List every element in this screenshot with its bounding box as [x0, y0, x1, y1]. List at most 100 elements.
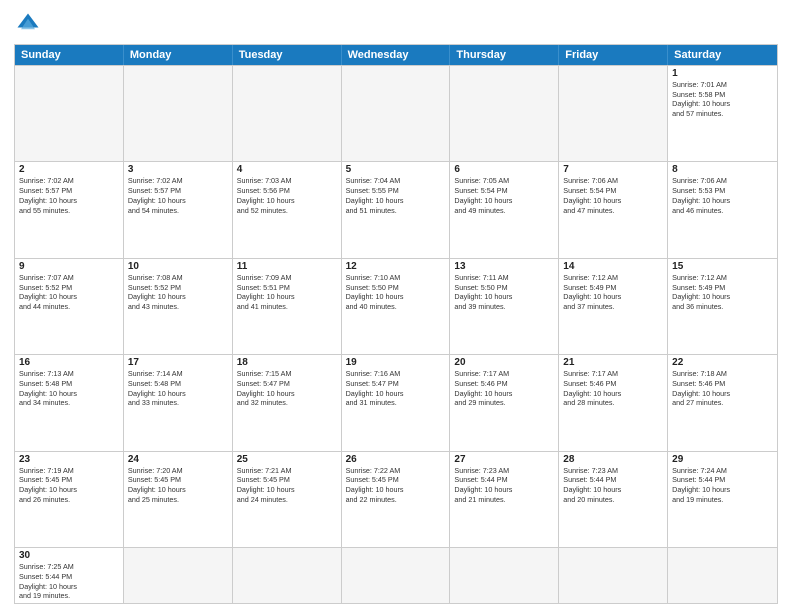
- calendar-cell: 21Sunrise: 7:17 AM Sunset: 5:46 PM Dayli…: [559, 355, 668, 451]
- calendar-cell: 12Sunrise: 7:10 AM Sunset: 5:50 PM Dayli…: [342, 259, 451, 355]
- cell-info: Sunrise: 7:04 AM Sunset: 5:55 PM Dayligh…: [346, 176, 446, 215]
- calendar-cell: 11Sunrise: 7:09 AM Sunset: 5:51 PM Dayli…: [233, 259, 342, 355]
- calendar-cell: [342, 66, 451, 162]
- calendar-cell: 9Sunrise: 7:07 AM Sunset: 5:52 PM Daylig…: [15, 259, 124, 355]
- cell-info: Sunrise: 7:23 AM Sunset: 5:44 PM Dayligh…: [563, 466, 663, 505]
- cell-day-number: 25: [237, 454, 337, 465]
- day-header: Thursday: [450, 45, 559, 65]
- cell-info: Sunrise: 7:07 AM Sunset: 5:52 PM Dayligh…: [19, 273, 119, 312]
- cell-info: Sunrise: 7:09 AM Sunset: 5:51 PM Dayligh…: [237, 273, 337, 312]
- cell-day-number: 14: [563, 261, 663, 272]
- calendar-page: SundayMondayTuesdayWednesdayThursdayFrid…: [0, 0, 792, 612]
- cell-day-number: 10: [128, 261, 228, 272]
- cell-info: Sunrise: 7:05 AM Sunset: 5:54 PM Dayligh…: [454, 176, 554, 215]
- cell-info: Sunrise: 7:24 AM Sunset: 5:44 PM Dayligh…: [672, 466, 773, 505]
- cell-info: Sunrise: 7:21 AM Sunset: 5:45 PM Dayligh…: [237, 466, 337, 505]
- calendar-cell: 14Sunrise: 7:12 AM Sunset: 5:49 PM Dayli…: [559, 259, 668, 355]
- cell-info: Sunrise: 7:12 AM Sunset: 5:49 PM Dayligh…: [563, 273, 663, 312]
- cell-day-number: 6: [454, 164, 554, 175]
- cell-day-number: 26: [346, 454, 446, 465]
- cell-day-number: 27: [454, 454, 554, 465]
- calendar-cell: 29Sunrise: 7:24 AM Sunset: 5:44 PM Dayli…: [668, 452, 777, 548]
- calendar-cell: [450, 548, 559, 603]
- calendar-cell: 30Sunrise: 7:25 AM Sunset: 5:44 PM Dayli…: [15, 548, 124, 603]
- day-header: Tuesday: [233, 45, 342, 65]
- day-header: Sunday: [15, 45, 124, 65]
- calendar-cell: 7Sunrise: 7:06 AM Sunset: 5:54 PM Daylig…: [559, 162, 668, 258]
- day-headers: SundayMondayTuesdayWednesdayThursdayFrid…: [15, 45, 777, 65]
- day-header: Friday: [559, 45, 668, 65]
- calendar-cell: 19Sunrise: 7:16 AM Sunset: 5:47 PM Dayli…: [342, 355, 451, 451]
- cell-info: Sunrise: 7:03 AM Sunset: 5:56 PM Dayligh…: [237, 176, 337, 215]
- day-header: Wednesday: [342, 45, 451, 65]
- calendar-cell: 8Sunrise: 7:06 AM Sunset: 5:53 PM Daylig…: [668, 162, 777, 258]
- calendar-cell: 4Sunrise: 7:03 AM Sunset: 5:56 PM Daylig…: [233, 162, 342, 258]
- calendar-cell: [233, 548, 342, 603]
- cell-day-number: 12: [346, 261, 446, 272]
- calendar-cell: [559, 66, 668, 162]
- calendar-cell: 22Sunrise: 7:18 AM Sunset: 5:46 PM Dayli…: [668, 355, 777, 451]
- calendar-cell: 24Sunrise: 7:20 AM Sunset: 5:45 PM Dayli…: [124, 452, 233, 548]
- calendar-grid: 1Sunrise: 7:01 AM Sunset: 5:58 PM Daylig…: [15, 65, 777, 603]
- calendar-cell: 13Sunrise: 7:11 AM Sunset: 5:50 PM Dayli…: [450, 259, 559, 355]
- calendar-cell: 18Sunrise: 7:15 AM Sunset: 5:47 PM Dayli…: [233, 355, 342, 451]
- calendar-cell: [124, 548, 233, 603]
- cell-day-number: 16: [19, 357, 119, 368]
- cell-day-number: 15: [672, 261, 773, 272]
- cell-day-number: 30: [19, 550, 119, 561]
- cell-info: Sunrise: 7:06 AM Sunset: 5:54 PM Dayligh…: [563, 176, 663, 215]
- logo: [14, 10, 46, 38]
- calendar: SundayMondayTuesdayWednesdayThursdayFrid…: [14, 44, 778, 604]
- cell-info: Sunrise: 7:02 AM Sunset: 5:57 PM Dayligh…: [128, 176, 228, 215]
- cell-info: Sunrise: 7:10 AM Sunset: 5:50 PM Dayligh…: [346, 273, 446, 312]
- calendar-cell: 16Sunrise: 7:13 AM Sunset: 5:48 PM Dayli…: [15, 355, 124, 451]
- cell-day-number: 18: [237, 357, 337, 368]
- page-header: [14, 10, 778, 38]
- calendar-cell: [668, 548, 777, 603]
- calendar-cell: 15Sunrise: 7:12 AM Sunset: 5:49 PM Dayli…: [668, 259, 777, 355]
- cell-day-number: 24: [128, 454, 228, 465]
- cell-day-number: 2: [19, 164, 119, 175]
- cell-day-number: 22: [672, 357, 773, 368]
- cell-day-number: 1: [672, 68, 773, 79]
- cell-day-number: 8: [672, 164, 773, 175]
- cell-day-number: 13: [454, 261, 554, 272]
- calendar-cell: 27Sunrise: 7:23 AM Sunset: 5:44 PM Dayli…: [450, 452, 559, 548]
- cell-day-number: 3: [128, 164, 228, 175]
- cell-info: Sunrise: 7:01 AM Sunset: 5:58 PM Dayligh…: [672, 80, 773, 119]
- calendar-cell: 10Sunrise: 7:08 AM Sunset: 5:52 PM Dayli…: [124, 259, 233, 355]
- calendar-cell: [450, 66, 559, 162]
- cell-info: Sunrise: 7:13 AM Sunset: 5:48 PM Dayligh…: [19, 369, 119, 408]
- cell-info: Sunrise: 7:15 AM Sunset: 5:47 PM Dayligh…: [237, 369, 337, 408]
- cell-info: Sunrise: 7:22 AM Sunset: 5:45 PM Dayligh…: [346, 466, 446, 505]
- calendar-cell: 5Sunrise: 7:04 AM Sunset: 5:55 PM Daylig…: [342, 162, 451, 258]
- day-header: Saturday: [668, 45, 777, 65]
- cell-info: Sunrise: 7:06 AM Sunset: 5:53 PM Dayligh…: [672, 176, 773, 215]
- day-header: Monday: [124, 45, 233, 65]
- cell-info: Sunrise: 7:14 AM Sunset: 5:48 PM Dayligh…: [128, 369, 228, 408]
- cell-day-number: 7: [563, 164, 663, 175]
- cell-info: Sunrise: 7:17 AM Sunset: 5:46 PM Dayligh…: [563, 369, 663, 408]
- cell-day-number: 9: [19, 261, 119, 272]
- cell-day-number: 19: [346, 357, 446, 368]
- cell-info: Sunrise: 7:11 AM Sunset: 5:50 PM Dayligh…: [454, 273, 554, 312]
- cell-day-number: 4: [237, 164, 337, 175]
- calendar-cell: 3Sunrise: 7:02 AM Sunset: 5:57 PM Daylig…: [124, 162, 233, 258]
- calendar-cell: 17Sunrise: 7:14 AM Sunset: 5:48 PM Dayli…: [124, 355, 233, 451]
- cell-info: Sunrise: 7:16 AM Sunset: 5:47 PM Dayligh…: [346, 369, 446, 408]
- calendar-cell: 28Sunrise: 7:23 AM Sunset: 5:44 PM Dayli…: [559, 452, 668, 548]
- calendar-cell: [233, 66, 342, 162]
- cell-info: Sunrise: 7:20 AM Sunset: 5:45 PM Dayligh…: [128, 466, 228, 505]
- cell-day-number: 17: [128, 357, 228, 368]
- logo-icon: [14, 10, 42, 38]
- cell-day-number: 11: [237, 261, 337, 272]
- cell-day-number: 5: [346, 164, 446, 175]
- cell-day-number: 29: [672, 454, 773, 465]
- calendar-cell: [124, 66, 233, 162]
- calendar-cell: 20Sunrise: 7:17 AM Sunset: 5:46 PM Dayli…: [450, 355, 559, 451]
- cell-info: Sunrise: 7:19 AM Sunset: 5:45 PM Dayligh…: [19, 466, 119, 505]
- cell-day-number: 20: [454, 357, 554, 368]
- calendar-cell: 1Sunrise: 7:01 AM Sunset: 5:58 PM Daylig…: [668, 66, 777, 162]
- calendar-cell: 26Sunrise: 7:22 AM Sunset: 5:45 PM Dayli…: [342, 452, 451, 548]
- calendar-cell: [342, 548, 451, 603]
